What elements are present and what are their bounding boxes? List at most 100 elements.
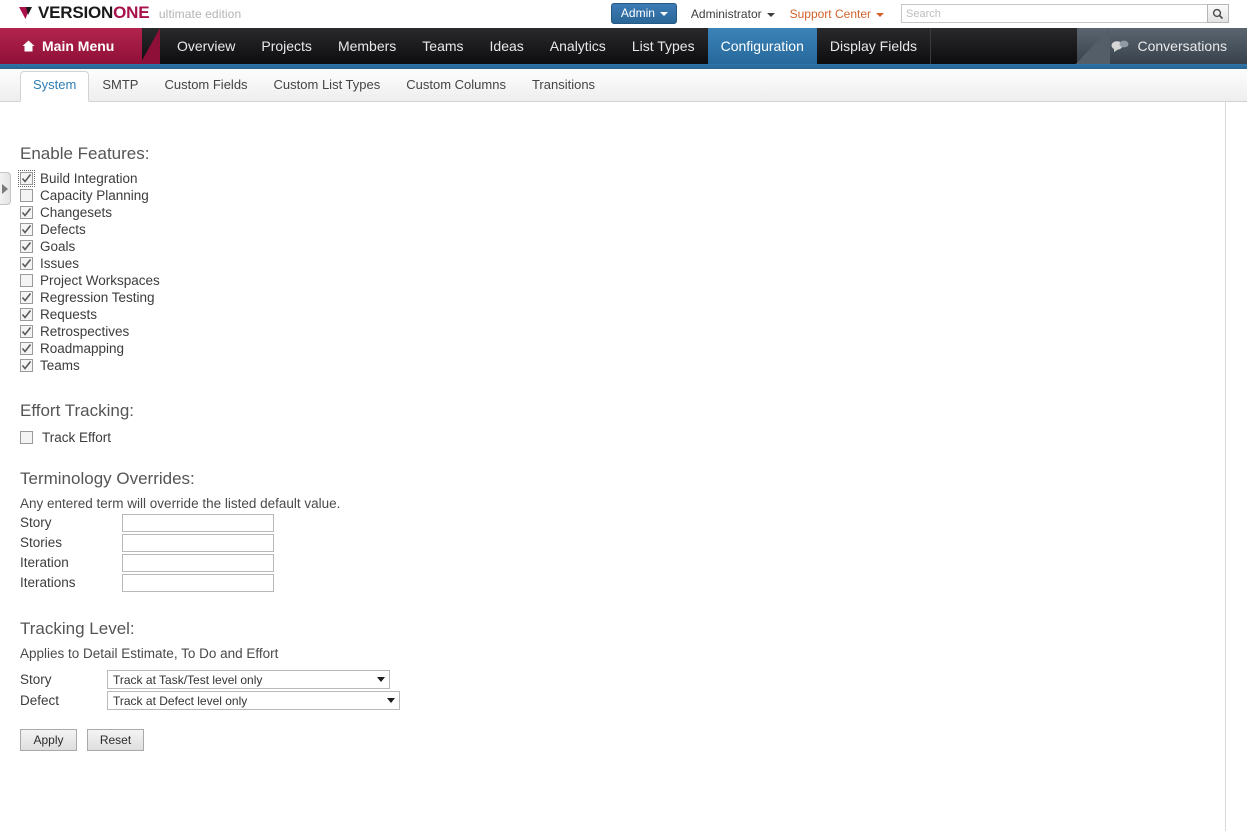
- nav-item-configuration[interactable]: Configuration: [708, 28, 817, 64]
- user-menu-label: Administrator: [691, 7, 762, 21]
- check-icon: [21, 309, 32, 320]
- feature-row-retrospectives[interactable]: Retrospectives: [20, 323, 160, 340]
- home-icon: [22, 40, 35, 52]
- content-area: Enable Features: Build Integration Capac…: [0, 102, 1226, 831]
- feature-label[interactable]: Project Workspaces: [40, 273, 160, 288]
- feature-label[interactable]: Capacity Planning: [40, 188, 149, 203]
- sub-tab-bar: System SMTP Custom Fields Custom List Ty…: [0, 69, 1247, 102]
- nav-item-projects[interactable]: Projects: [248, 28, 325, 64]
- terminology-label: Story: [20, 513, 122, 533]
- check-icon: [21, 207, 32, 218]
- tracking-select-story-value: Track at Task/Test level only: [113, 673, 372, 687]
- feature-label[interactable]: Build Integration: [40, 171, 138, 186]
- effort-label[interactable]: Track Effort: [42, 430, 111, 445]
- checkbox-changesets[interactable]: [20, 206, 33, 219]
- checkbox-track-effort[interactable]: [20, 431, 33, 444]
- feature-label[interactable]: Requests: [40, 307, 97, 322]
- terminology-input-iteration[interactable]: [122, 554, 274, 572]
- nav-label: List Types: [632, 38, 695, 54]
- feature-label[interactable]: Regression Testing: [40, 290, 155, 305]
- tab-custom-list-types[interactable]: Custom List Types: [261, 77, 394, 101]
- checkbox-capacity-planning[interactable]: [20, 189, 33, 202]
- main-menu-button[interactable]: Main Menu: [0, 28, 142, 64]
- feature-row-capacity-planning[interactable]: Capacity Planning: [20, 187, 160, 204]
- checkbox-retrospectives[interactable]: [20, 325, 33, 338]
- nav-items: Overview Projects Members Teams Ideas An…: [164, 28, 931, 64]
- checkbox-roadmapping[interactable]: [20, 342, 33, 355]
- search-icon: [1212, 8, 1224, 20]
- main-menu-label: Main Menu: [42, 38, 114, 54]
- tracking-select-defect-value: Track at Defect level only: [113, 694, 382, 708]
- checkbox-goals[interactable]: [20, 240, 33, 253]
- feature-row-roadmapping[interactable]: Roadmapping: [20, 340, 160, 357]
- nav-item-analytics[interactable]: Analytics: [537, 28, 619, 64]
- checkbox-requests[interactable]: [20, 308, 33, 321]
- check-icon: [21, 292, 32, 303]
- tab-transitions[interactable]: Transitions: [519, 77, 608, 101]
- nav-item-list-types[interactable]: List Types: [619, 28, 708, 64]
- feature-label[interactable]: Goals: [40, 239, 75, 254]
- feature-row-goals[interactable]: Goals: [20, 238, 160, 255]
- feature-label[interactable]: Retrospectives: [40, 324, 129, 339]
- search-input[interactable]: [901, 4, 1207, 23]
- effort-tracking-title: Effort Tracking:: [20, 401, 134, 421]
- tab-custom-columns[interactable]: Custom Columns: [393, 77, 519, 101]
- tab-smtp[interactable]: SMTP: [89, 77, 151, 101]
- checkbox-regression-testing[interactable]: [20, 291, 33, 304]
- tab-label: System: [33, 77, 76, 92]
- nav-label: Analytics: [550, 38, 606, 54]
- feature-row-regression-testing[interactable]: Regression Testing: [20, 289, 160, 306]
- effort-row-track-effort[interactable]: Track Effort: [20, 429, 111, 446]
- tracking-select-story[interactable]: Track at Task/Test level only: [107, 670, 390, 689]
- speech-bubbles-icon: [1111, 40, 1129, 53]
- feature-row-issues[interactable]: Issues: [20, 255, 160, 272]
- nav-item-display-fields[interactable]: Display Fields: [817, 28, 931, 64]
- feature-row-requests[interactable]: Requests: [20, 306, 160, 323]
- feature-label[interactable]: Issues: [40, 256, 79, 271]
- terminology-input-story[interactable]: [122, 514, 274, 532]
- sidebar-expand-handle[interactable]: [0, 172, 11, 205]
- checkbox-defects[interactable]: [20, 223, 33, 236]
- apply-button[interactable]: Apply: [20, 729, 77, 751]
- terminology-overrides-title: Terminology Overrides:: [20, 469, 195, 489]
- tab-custom-fields[interactable]: Custom Fields: [151, 77, 260, 101]
- nav-item-overview[interactable]: Overview: [164, 28, 248, 64]
- brand-logo[interactable]: VERSIONONE ultimate edition: [19, 3, 241, 24]
- admin-menu-button[interactable]: Admin: [611, 3, 677, 24]
- tracking-select-defect[interactable]: Track at Defect level only: [107, 691, 400, 710]
- nav-item-members[interactable]: Members: [325, 28, 409, 64]
- main-navigation: Main Menu Overview Projects Members Team…: [0, 28, 1247, 64]
- tab-label: Transitions: [532, 77, 595, 92]
- search-button[interactable]: [1207, 4, 1229, 23]
- nav-item-teams[interactable]: Teams: [409, 28, 476, 64]
- feature-row-defects[interactable]: Defects: [20, 221, 160, 238]
- checkbox-teams[interactable]: [20, 359, 33, 372]
- conversations-button[interactable]: Conversations: [1077, 28, 1247, 64]
- support-center-menu[interactable]: Support Center: [790, 7, 884, 21]
- tab-system[interactable]: System: [20, 71, 89, 102]
- logo-bar: VERSIONONE ultimate edition Admin Admini…: [0, 0, 1247, 28]
- tracking-label: Defect: [20, 693, 107, 708]
- feature-label[interactable]: Roadmapping: [40, 341, 124, 356]
- terminology-hint: Any entered term will override the liste…: [20, 496, 340, 511]
- feature-label[interactable]: Teams: [40, 358, 80, 373]
- tab-label: Custom Columns: [406, 77, 506, 92]
- feature-row-build-integration[interactable]: Build Integration: [20, 170, 160, 187]
- feature-row-changesets[interactable]: Changesets: [20, 204, 160, 221]
- check-icon: [21, 360, 32, 371]
- tracking-level-title: Tracking Level:: [20, 619, 135, 639]
- reset-button[interactable]: Reset: [87, 729, 144, 751]
- feature-label[interactable]: Defects: [40, 222, 86, 237]
- checkbox-issues[interactable]: [20, 257, 33, 270]
- terminology-input-iterations[interactable]: [122, 574, 274, 592]
- brand-edition: ultimate edition: [159, 7, 241, 21]
- user-menu[interactable]: Administrator: [691, 7, 775, 21]
- feature-row-project-workspaces[interactable]: Project Workspaces: [20, 272, 160, 289]
- checkbox-build-integration[interactable]: [20, 172, 33, 185]
- nav-item-ideas[interactable]: Ideas: [477, 28, 537, 64]
- terminology-input-stories[interactable]: [122, 534, 274, 552]
- feature-row-teams[interactable]: Teams: [20, 357, 160, 374]
- checkbox-project-workspaces[interactable]: [20, 274, 33, 287]
- feature-label[interactable]: Changesets: [40, 205, 112, 220]
- admin-menu-label: Admin: [621, 7, 655, 19]
